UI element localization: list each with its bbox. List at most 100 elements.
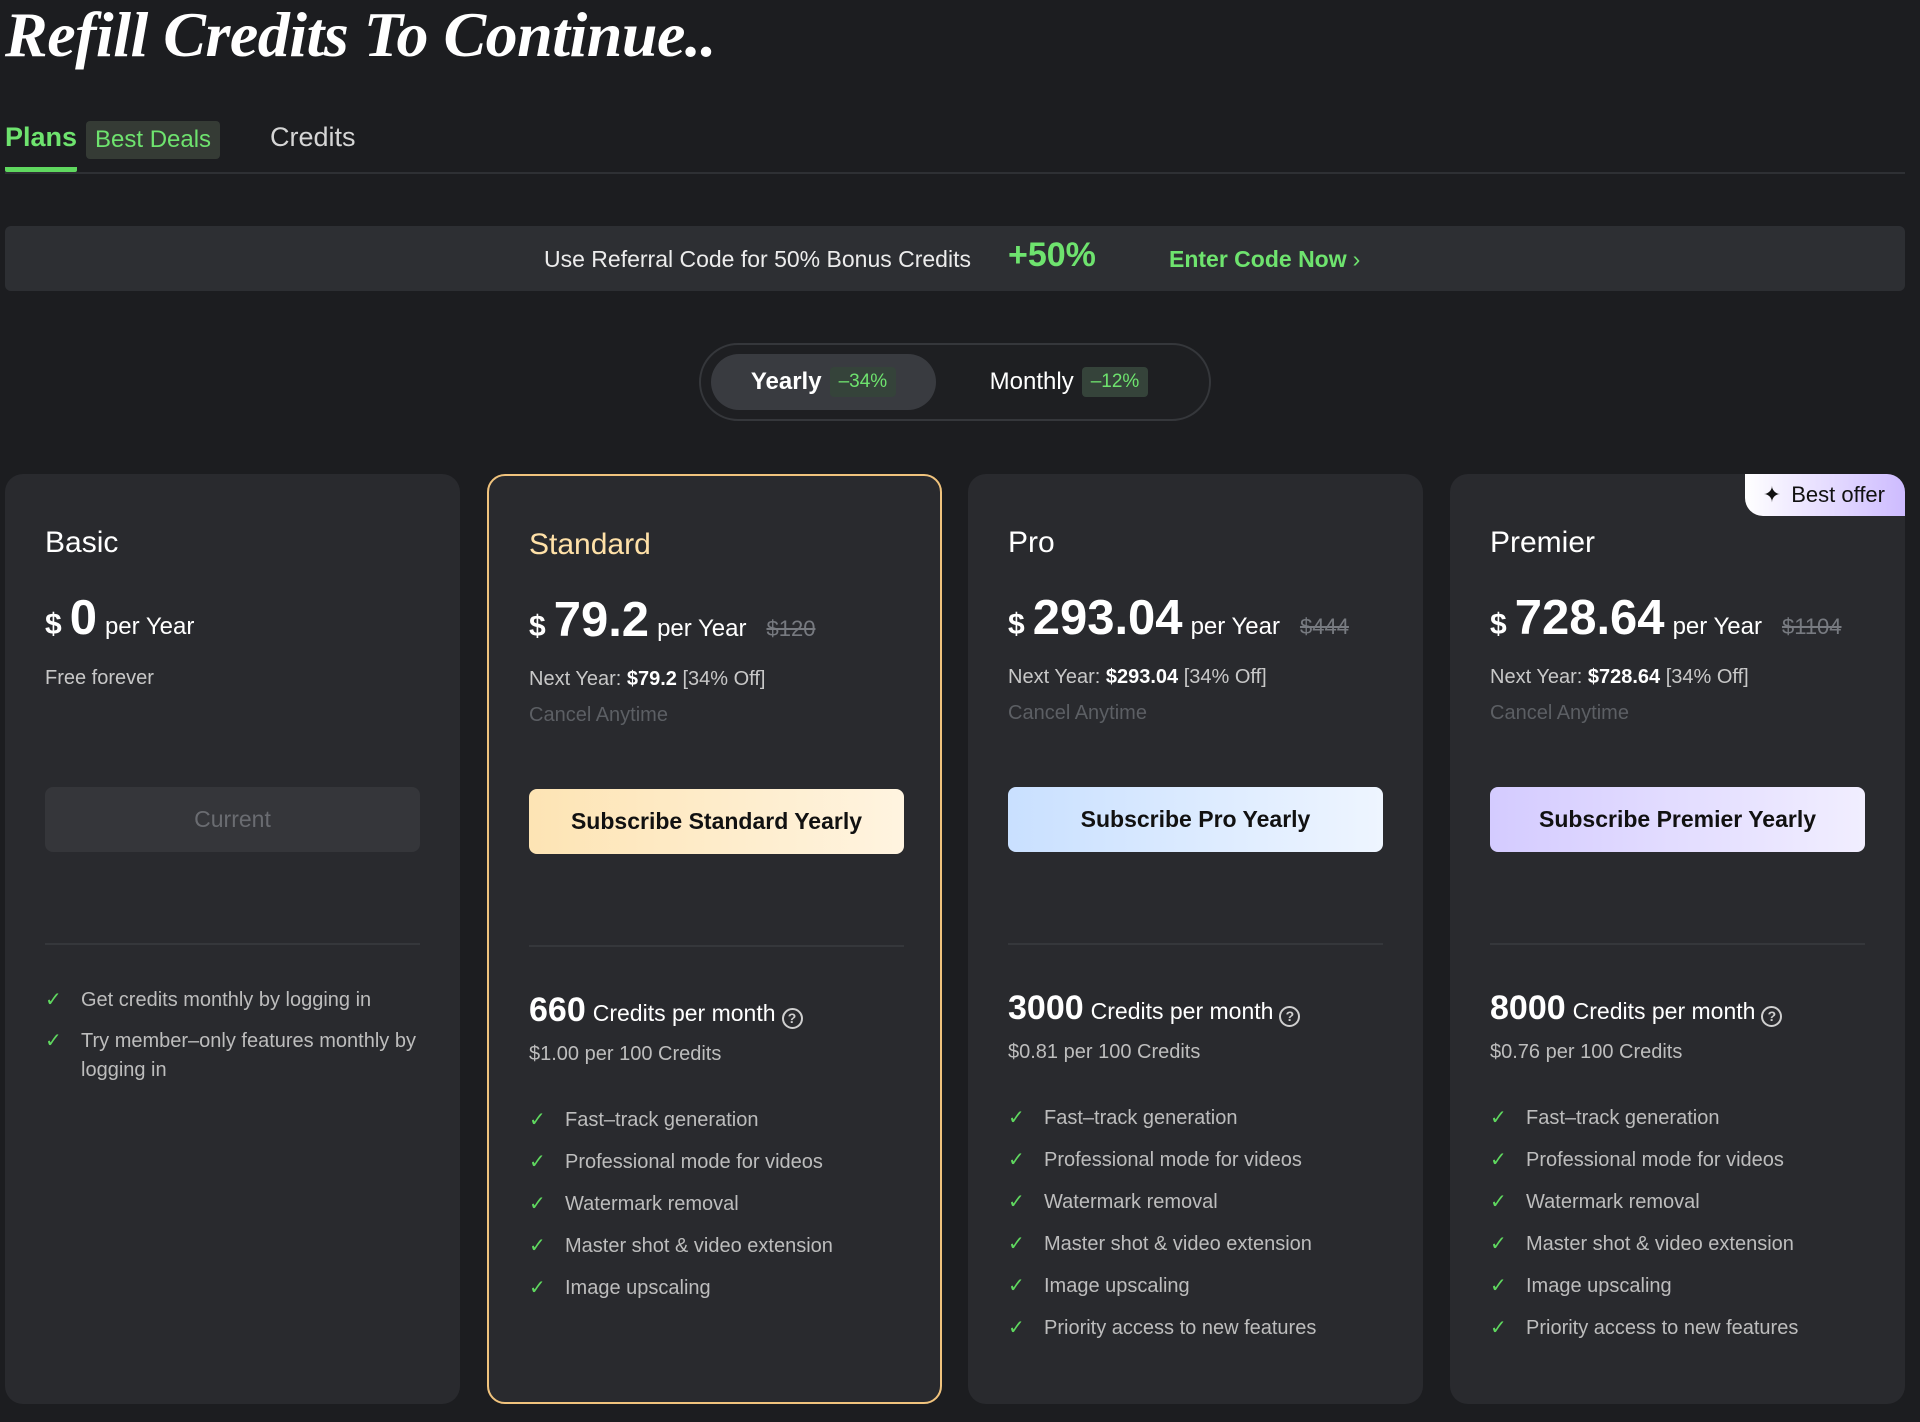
feature-text: Fast–track generation xyxy=(1044,1107,1238,1129)
credits-label: Credits per month xyxy=(592,1000,776,1026)
billing-period-toggle: Yearly –34% Monthly –12% xyxy=(699,343,1211,421)
subscribe-premier-button[interactable]: Subscribe Premier Yearly xyxy=(1490,787,1865,852)
check-icon: ✓ xyxy=(1008,1149,1025,1171)
check-icon: ✓ xyxy=(1490,1317,1507,1339)
feature-text: Professional mode for videos xyxy=(1526,1149,1784,1171)
credit-rate: $0.76 per 100 Credits xyxy=(1490,1041,1683,1063)
help-icon[interactable]: ? xyxy=(781,1008,803,1029)
subscribe-standard-button[interactable]: Subscribe Standard Yearly xyxy=(529,789,904,854)
check-icon: ✓ xyxy=(529,1109,546,1131)
currency-symbol: $ xyxy=(1008,608,1025,641)
monthly-label: Monthly xyxy=(989,368,1074,395)
feature-text: Try member–only features monthly by logg… xyxy=(81,1030,416,1081)
billing-yearly-option[interactable]: Yearly –34% xyxy=(711,354,936,410)
next-year-discount: [34% Off] xyxy=(1665,666,1749,688)
feature-list: ✓ Fast–track generation ✓ Professional mod… xyxy=(1490,1104,1870,1356)
original-price: $1104 xyxy=(1781,614,1842,639)
feature-text: Image upscaling xyxy=(1044,1275,1190,1297)
feature-item: ✓ Fast–track generation xyxy=(529,1106,909,1148)
check-icon: ✓ xyxy=(1008,1275,1025,1297)
check-icon: ✓ xyxy=(529,1193,546,1215)
next-year-amount: $728.64 xyxy=(1587,666,1661,688)
feature-text: Priority access to new features xyxy=(1526,1317,1799,1339)
credits-amount: 660 xyxy=(529,991,586,1029)
next-year-discount: [34% Off] xyxy=(1183,666,1267,688)
feature-item: ✓ Professional mode for videos xyxy=(1490,1146,1870,1188)
best-offer-badge: ✦ Best offer xyxy=(1744,474,1905,516)
feature-item: ✓ Professional mode for videos xyxy=(1008,1146,1388,1188)
feature-item: ✓ Watermark removal xyxy=(1490,1188,1870,1230)
monthly-credits: 8000 Credits per month ? xyxy=(1490,989,1783,1028)
price-period: per Year xyxy=(1190,613,1280,640)
feature-item: ✓ Watermark removal xyxy=(1008,1188,1388,1230)
original-price: $120 xyxy=(766,616,816,641)
feature-text: Master shot & video extension xyxy=(1044,1233,1312,1255)
yearly-label: Yearly xyxy=(750,368,822,395)
plan-name: Basic xyxy=(45,526,119,559)
credit-rate: $1.00 per 100 Credits xyxy=(529,1043,722,1065)
price-amount: 728.64 xyxy=(1514,591,1665,645)
feature-text: Watermark removal xyxy=(565,1193,739,1215)
plan-card-standard: Standard $ 79.2 per Year $120 Next Year:… xyxy=(487,474,942,1404)
next-year-amount: $293.04 xyxy=(1105,666,1179,688)
price-amount: 293.04 xyxy=(1032,591,1183,645)
current-plan-button[interactable]: Current xyxy=(45,787,420,852)
monthly-credits: 3000 Credits per month ? xyxy=(1008,989,1301,1028)
feature-item: ✓ Master shot & video extension xyxy=(1008,1230,1388,1272)
credits-amount: 8000 xyxy=(1490,989,1566,1027)
feature-text: Fast–track generation xyxy=(1526,1107,1720,1129)
best-offer-label: Best offer xyxy=(1791,482,1885,507)
feature-list: ✓ Fast–track generation ✓ Professional mod… xyxy=(529,1106,909,1316)
original-price: $444 xyxy=(1299,614,1349,639)
check-icon: ✓ xyxy=(1008,1317,1025,1339)
next-year-amount: $79.2 xyxy=(626,668,677,690)
chevron-right-icon: › xyxy=(1352,246,1361,272)
monthly-credits: 660 Credits per month ? xyxy=(529,991,803,1030)
feature-item: ✓ Professional mode for videos xyxy=(529,1148,909,1190)
plan-name: Premier xyxy=(1490,526,1596,559)
next-year-price: Next Year: $293.04 [34% Off] xyxy=(1008,666,1267,689)
plan-tabs: Plans Best Deals Credits xyxy=(5,118,1905,174)
billing-monthly-option[interactable]: Monthly –12% xyxy=(969,354,1169,410)
feature-list: ✓ Fast–track generation ✓ Professional mod… xyxy=(1008,1104,1388,1356)
plan-name: Standard xyxy=(529,528,651,561)
plan-card-pro: Pro $ 293.04 per Year $444 Next Year: $2… xyxy=(968,474,1423,1404)
check-icon: ✓ xyxy=(45,1030,62,1052)
check-icon: ✓ xyxy=(1490,1107,1507,1129)
pricing-page: Refill Credits To Continue.. Plans Best … xyxy=(0,0,1920,1422)
divider xyxy=(1008,943,1383,945)
currency-symbol: $ xyxy=(1490,608,1507,641)
price-period: per Year xyxy=(657,615,747,642)
cancel-anytime-text: Cancel Anytime xyxy=(529,704,668,726)
help-icon[interactable]: ? xyxy=(1279,1006,1301,1027)
divider xyxy=(45,943,420,945)
feature-item: ✓ Master shot & video extension xyxy=(529,1232,909,1274)
tab-credits[interactable]: Credits xyxy=(270,122,356,153)
check-icon: ✓ xyxy=(1008,1107,1025,1129)
plan-price: $ 79.2 per Year $120 xyxy=(529,592,815,648)
currency-symbol: $ xyxy=(529,610,546,643)
next-year-label: Next Year: xyxy=(529,668,622,690)
feature-text: Professional mode for videos xyxy=(565,1151,823,1173)
monthly-discount-badge: –12% xyxy=(1081,367,1149,397)
help-icon[interactable]: ? xyxy=(1761,1006,1783,1027)
divider xyxy=(1490,943,1865,945)
feature-item: ✓ Priority access to new features xyxy=(1490,1314,1870,1356)
feature-item: ✓ Get credits monthly by logging in xyxy=(45,986,425,1015)
plan-name: Pro xyxy=(1008,526,1055,559)
feature-text: Image upscaling xyxy=(1526,1275,1672,1297)
check-icon: ✓ xyxy=(529,1151,546,1173)
enter-code-link[interactable]: Enter Code Now › xyxy=(1169,246,1360,273)
feature-item: ✓ Image upscaling xyxy=(1490,1272,1870,1314)
check-icon: ✓ xyxy=(529,1235,546,1257)
credits-label: Credits per month xyxy=(1090,998,1274,1024)
tab-plans[interactable]: Plans xyxy=(5,122,78,172)
plan-card-basic: Basic $ 0 per Year Free forever Current … xyxy=(5,474,460,1404)
feature-item: ✓ Fast–track generation xyxy=(1490,1104,1870,1146)
currency-symbol: $ xyxy=(45,608,62,641)
feature-item: ✓ Image upscaling xyxy=(529,1274,909,1316)
subscribe-pro-button[interactable]: Subscribe Pro Yearly xyxy=(1008,787,1383,852)
best-deals-badge: Best Deals xyxy=(86,121,221,159)
free-forever-text: Free forever xyxy=(45,667,154,689)
cancel-anytime-text: Cancel Anytime xyxy=(1008,702,1147,724)
